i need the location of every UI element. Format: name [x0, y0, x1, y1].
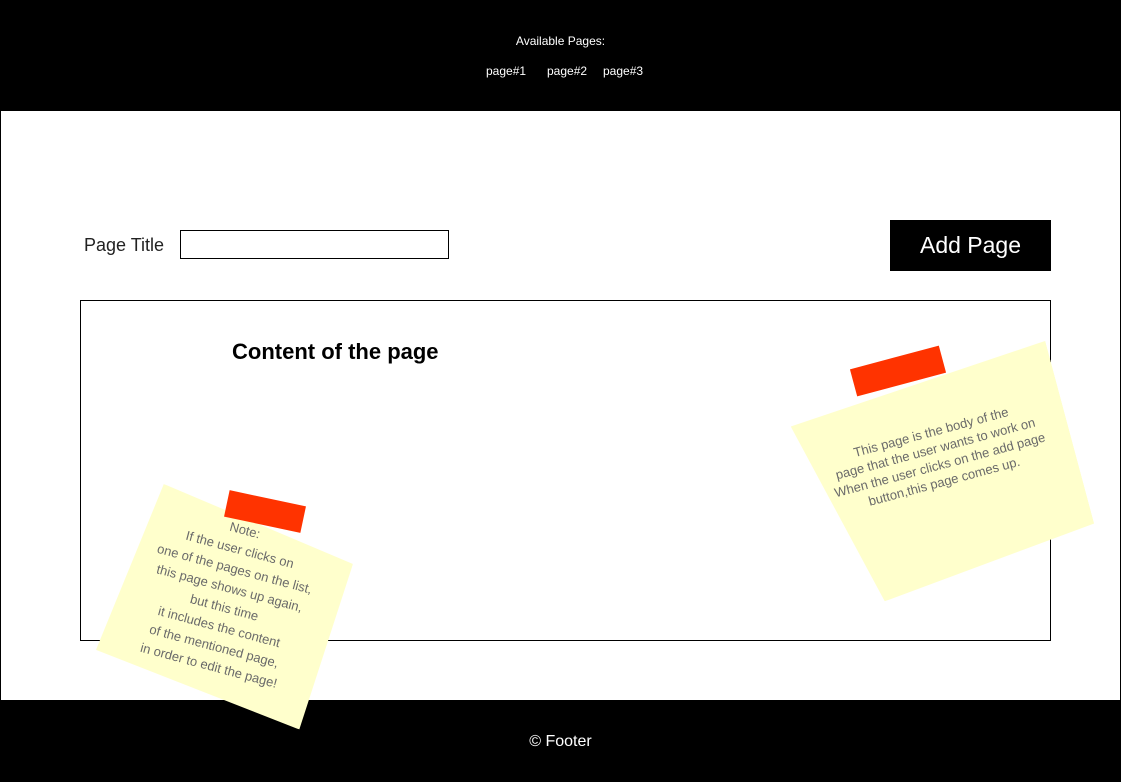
nav-link-page3[interactable]: page#3 [603, 64, 643, 78]
footer-text: © Footer [529, 733, 592, 750]
page-title-input[interactable] [180, 230, 449, 259]
page-title-label: Page Title [84, 235, 165, 255]
content-heading: Content of the page [232, 339, 439, 364]
nav-link-page2[interactable]: page#2 [547, 64, 587, 78]
header: Available Pages: page#1 page#2 page#3 [0, 0, 1121, 111]
available-pages-label: Available Pages: [515, 34, 606, 48]
footer: © Footer [0, 700, 1121, 782]
add-page-button[interactable]: Add Page [890, 220, 1051, 271]
nav-link-page1[interactable]: page#1 [486, 64, 526, 78]
